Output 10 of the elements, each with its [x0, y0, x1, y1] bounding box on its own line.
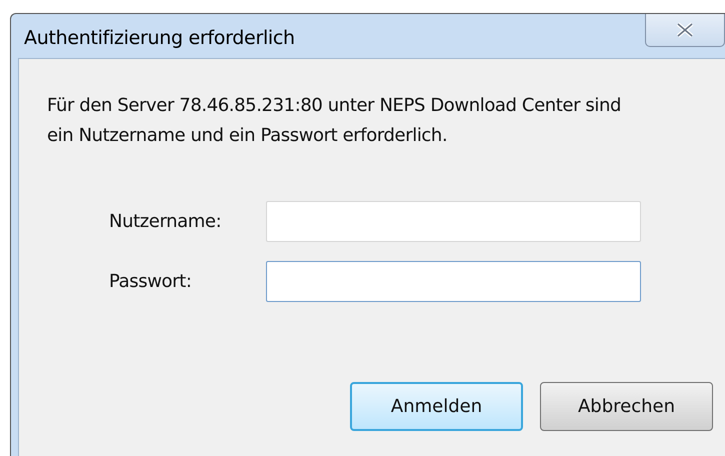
dialog-button[interactable]: Abbrechen	[540, 382, 713, 431]
window-title: Authentifizierung erforderlich	[23, 26, 296, 51]
close-icon	[675, 22, 695, 38]
field-label: Passwort:	[109, 270, 192, 294]
close-button[interactable]	[645, 14, 725, 47]
field-label: Nutzername:	[109, 210, 222, 234]
message-text: Für den Server 78.46.85.231:80 unter NEPS Download Center sind ein Nutzername und ein Passwort erforderlich.	[47, 94, 622, 148]
input-field[interactable]	[266, 261, 641, 302]
dialog-button[interactable]: Anmelden	[350, 382, 523, 431]
input-field[interactable]	[266, 201, 641, 242]
